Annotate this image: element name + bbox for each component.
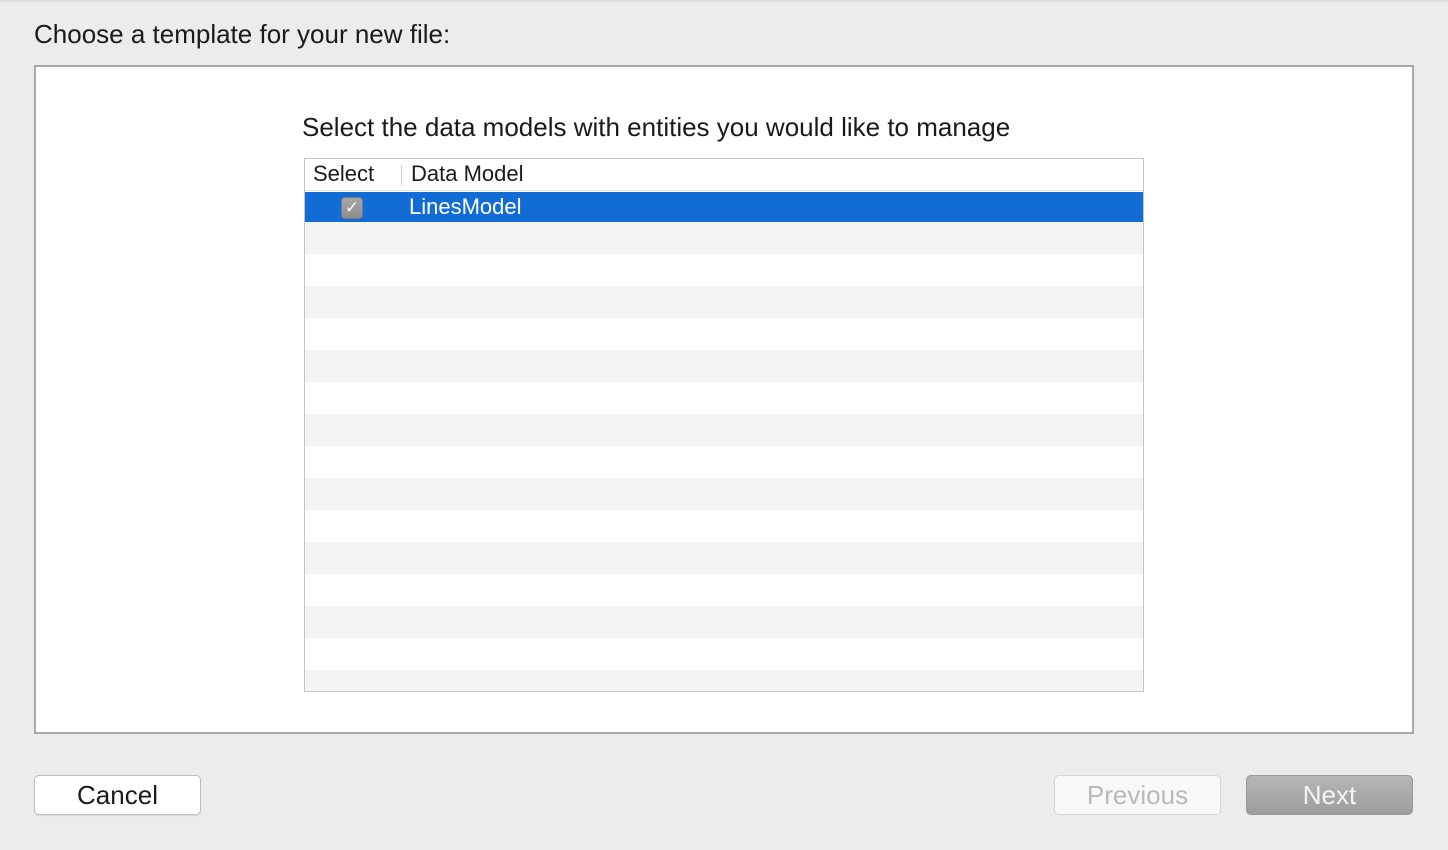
instruction-text: Select the data models with entities you… [302, 112, 1011, 142]
data-model-name: LinesModel [409, 194, 522, 219]
column-header-data-model[interactable]: Data Model [411, 159, 524, 189]
column-divider [401, 165, 402, 185]
column-header-select[interactable]: Select [313, 159, 374, 189]
table-row[interactable]: ✓ LinesModel [305, 192, 1143, 222]
table-rows: ✓ LinesModel [305, 192, 1143, 691]
new-file-dialog: Choose a template for your new file: Sel… [0, 0, 1448, 850]
dialog-heading: Choose a template for your new file: [34, 19, 451, 49]
select-checkbox[interactable]: ✓ [341, 197, 363, 219]
cancel-button[interactable]: Cancel [34, 775, 201, 815]
table-header: Select Data Model [305, 159, 1143, 191]
next-button[interactable]: Next [1246, 775, 1413, 815]
previous-button[interactable]: Previous [1054, 775, 1221, 815]
template-content-panel: Select the data models with entities you… [34, 65, 1414, 734]
data-model-table[interactable]: Select Data Model ✓ LinesModel [304, 158, 1144, 692]
